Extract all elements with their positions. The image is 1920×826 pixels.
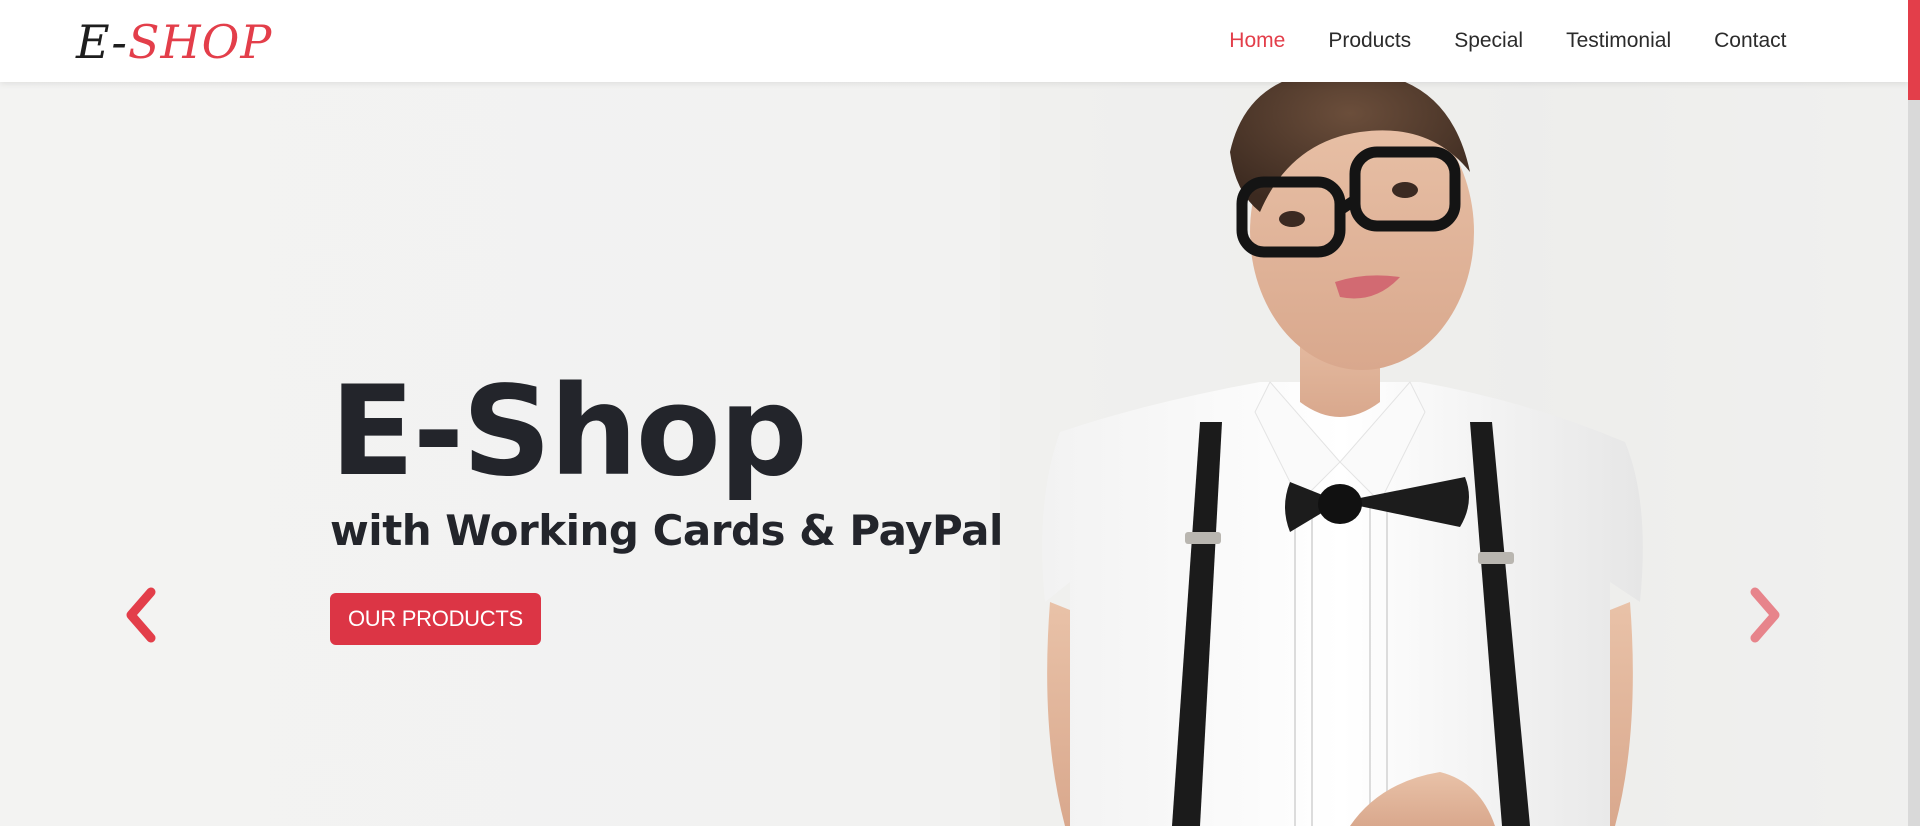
nav-products[interactable]: Products bbox=[1307, 29, 1433, 53]
brand-name: SHOP bbox=[127, 15, 273, 69]
page-scrollbar[interactable] bbox=[1908, 0, 1920, 826]
main-nav: Home Products Special Testimonial Contac… bbox=[1208, 0, 1808, 82]
hero-caption: E-Shop with Working Cards & PayPal OUR P… bbox=[330, 362, 1003, 645]
nav-testimonial[interactable]: Testimonial bbox=[1545, 29, 1693, 53]
chevron-left-icon bbox=[126, 587, 156, 643]
nav-contact[interactable]: Contact bbox=[1693, 29, 1808, 53]
hero-carousel: E-Shop with Working Cards & PayPal OUR P… bbox=[0, 82, 1908, 826]
carousel-next-button[interactable] bbox=[1741, 582, 1789, 648]
scrollbar-thumb[interactable] bbox=[1908, 0, 1920, 100]
navbar: E-SHOP Home Products Special Testimonial… bbox=[0, 0, 1908, 82]
chevron-right-icon bbox=[1750, 587, 1780, 643]
carousel-prev-button[interactable] bbox=[117, 582, 165, 648]
nav-special[interactable]: Special bbox=[1433, 29, 1545, 53]
brand-prefix: E- bbox=[76, 15, 128, 69]
brand-logo[interactable]: E-SHOP bbox=[76, 14, 272, 70]
our-products-button[interactable]: OUR PRODUCTS bbox=[330, 593, 541, 645]
nav-home[interactable]: Home bbox=[1208, 29, 1307, 53]
hero-subtitle: with Working Cards & PayPal bbox=[330, 506, 1003, 555]
hero-title: E-Shop bbox=[330, 360, 808, 504]
